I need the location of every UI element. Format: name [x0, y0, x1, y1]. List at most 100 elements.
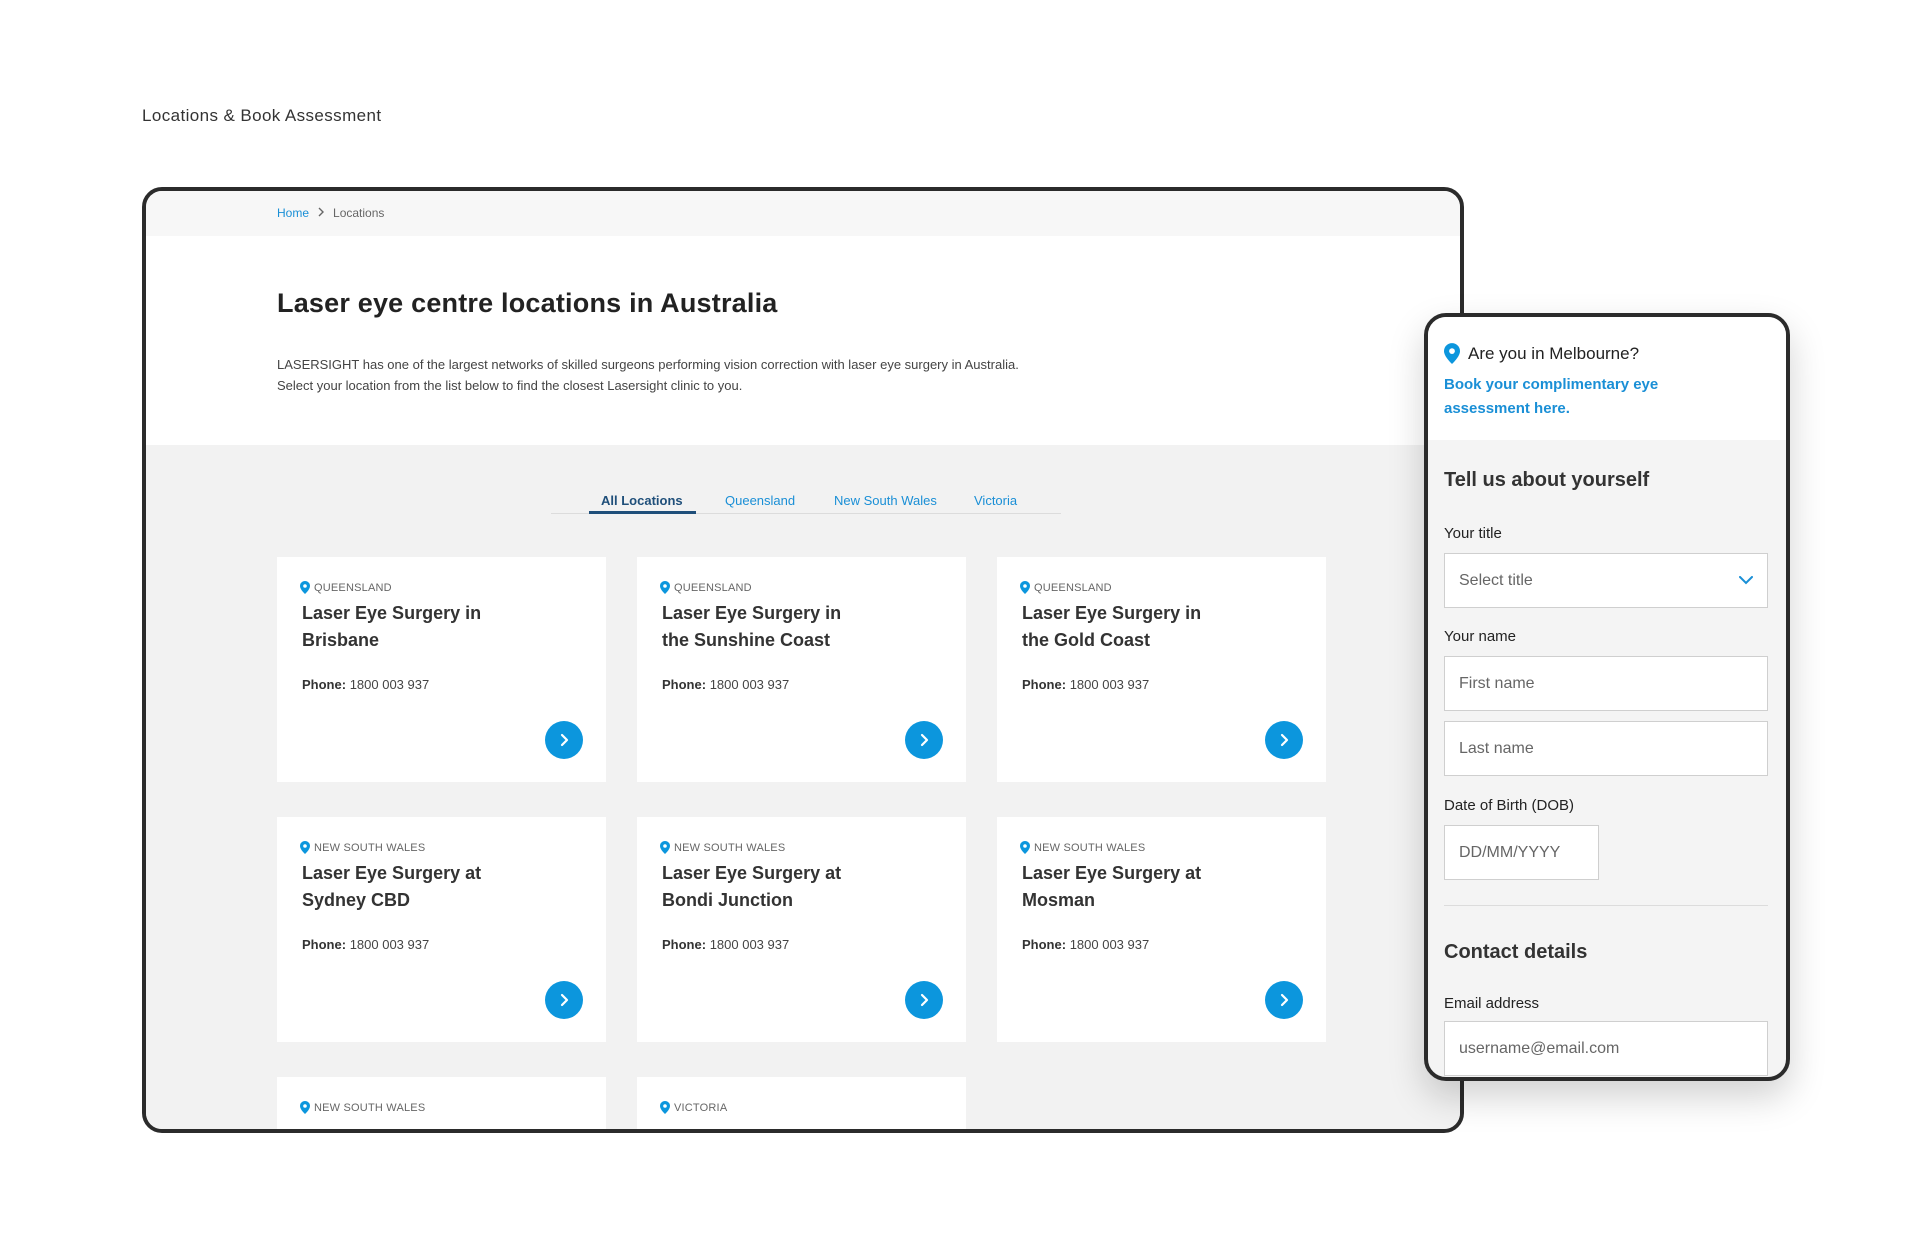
card-go-button[interactable] — [545, 721, 583, 759]
phone-label: Phone: — [662, 677, 707, 692]
card-region-label: NEW SOUTH WALES — [1034, 841, 1146, 854]
tab-victoria[interactable]: Victoria — [974, 493, 1017, 508]
last-name-input[interactable]: Last name — [1444, 721, 1768, 776]
breadcrumb-home-link[interactable]: Home — [277, 206, 309, 220]
card-region-label: VICTORIA — [674, 1101, 728, 1114]
section-divider — [1444, 905, 1768, 906]
card-region-label: NEW SOUTH WALES — [314, 841, 426, 854]
card-region-label: NEW SOUTH WALES — [314, 1101, 426, 1114]
card-go-button[interactable] — [1265, 721, 1303, 759]
chevron-right-icon — [560, 993, 569, 1007]
map-pin-icon — [1020, 841, 1030, 854]
chevron-right-icon — [1280, 993, 1289, 1007]
card-region: VICTORIA — [660, 1101, 727, 1114]
name-label: Your name — [1444, 628, 1516, 645]
breadcrumb-bar: Home Locations — [146, 191, 1460, 236]
map-pin-icon — [300, 1101, 310, 1114]
location-card[interactable]: NEW SOUTH WALES Laser Eye Surgery at Bon… — [637, 817, 966, 1042]
location-prompt: Are you in Melbourne? Book your complime… — [1428, 317, 1786, 440]
section-title-about: Tell us about yourself — [1444, 469, 1650, 491]
location-question-text: Are you in Melbourne? — [1468, 343, 1640, 363]
phone-number: 1800 003 937 — [1069, 937, 1150, 952]
card-region: NEW SOUTH WALES — [1020, 841, 1145, 854]
card-region: NEW SOUTH WALES — [300, 1101, 425, 1114]
chevron-down-icon — [1739, 576, 1753, 585]
phone-number: 1800 003 937 — [709, 937, 790, 952]
title-select-value: Select title — [1459, 571, 1533, 589]
map-pin-icon — [660, 841, 670, 854]
card-region-label: QUEENSLAND — [674, 581, 752, 594]
card-title: Laser Eye Surgery in Brisbane — [302, 603, 482, 650]
card-region: QUEENSLAND — [1020, 581, 1112, 594]
location-card[interactable]: NEW SOUTH WALES Laser Eye Surgery at Mos… — [997, 817, 1326, 1042]
card-title: Laser Eye Surgery in the Sunshine Coast — [662, 603, 842, 650]
card-region: QUEENSLAND — [660, 581, 752, 594]
first-name-input[interactable]: First name — [1444, 656, 1768, 711]
card-go-button[interactable] — [545, 981, 583, 1019]
card-phone: Phone: 1800 003 937 — [662, 677, 789, 692]
location-tabs: All Locations Queensland New South Wales… — [551, 483, 1061, 514]
book-assessment-link[interactable]: Book your complimentary eye assessment h… — [1444, 373, 1694, 421]
card-go-button[interactable] — [905, 721, 943, 759]
chevron-right-icon — [1280, 733, 1289, 747]
card-region: NEW SOUTH WALES — [300, 841, 425, 854]
card-region: QUEENSLAND — [300, 581, 392, 594]
phone-number: 1800 003 937 — [349, 937, 430, 952]
map-pin-icon — [1444, 343, 1460, 364]
card-title: Laser Eye Surgery at Mosman — [1022, 863, 1202, 910]
map-pin-icon — [660, 581, 670, 594]
tab-new-south-wales[interactable]: New South Wales — [834, 493, 937, 508]
dob-input[interactable]: DD/MM/YYYY — [1444, 825, 1599, 880]
page-intro: LASERSIGHT has one of the largest networ… — [277, 357, 1019, 393]
card-title: Laser Eye Surgery at Bondi Junction — [662, 863, 842, 910]
chevron-right-icon — [317, 205, 325, 220]
dob-label: Date of Birth (DOB) — [1444, 797, 1575, 814]
phone-number: 1800 003 937 — [1069, 677, 1150, 692]
chevron-right-icon — [560, 733, 569, 747]
breadcrumb-current: Locations — [333, 205, 385, 220]
phone-label: Phone: — [1022, 677, 1067, 692]
tab-queensland[interactable]: Queensland — [725, 493, 795, 508]
map-pin-icon — [1020, 581, 1030, 594]
card-phone: Phone: 1800 003 937 — [1022, 677, 1149, 692]
card-phone: Phone: 1800 003 937 — [302, 677, 429, 692]
location-card[interactable]: VICTORIA — [637, 1077, 966, 1129]
location-card[interactable]: QUEENSLAND Laser Eye Surgery in Brisbane… — [277, 557, 606, 782]
card-phone: Phone: 1800 003 937 — [662, 937, 789, 952]
title-select[interactable]: Select title — [1444, 553, 1768, 608]
page-header: Laser eye centre locations in Australia … — [146, 236, 1460, 445]
location-card[interactable]: NEW SOUTH WALES Laser Eye Surgery at Syd… — [277, 817, 606, 1042]
location-question: Are you in Melbourne? — [1444, 343, 1639, 364]
tab-all-locations[interactable]: All Locations — [601, 493, 683, 508]
breadcrumb: Home Locations — [277, 205, 384, 220]
phone-label: Phone: — [302, 937, 347, 952]
card-go-button[interactable] — [905, 981, 943, 1019]
mobile-frame: Are you in Melbourne? Book your complime… — [1424, 313, 1790, 1081]
chevron-right-icon — [920, 733, 929, 747]
map-pin-icon — [660, 1101, 670, 1114]
phone-number: 1800 003 937 — [709, 677, 790, 692]
card-title: Laser Eye Surgery in the Gold Coast — [1022, 603, 1202, 650]
card-title: Laser Eye Surgery at Sydney CBD — [302, 863, 482, 910]
page-title: Laser eye centre locations in Australia — [277, 288, 778, 318]
active-tab-indicator — [589, 511, 696, 514]
section-title-contact: Contact details — [1444, 941, 1588, 963]
locations-section: All Locations Queensland New South Wales… — [146, 445, 1460, 1129]
map-pin-icon — [300, 841, 310, 854]
card-go-button[interactable] — [1265, 981, 1303, 1019]
phone-label: Phone: — [302, 677, 347, 692]
desktop-frame: Home Locations Laser eye centre location… — [142, 187, 1464, 1133]
card-phone: Phone: 1800 003 937 — [1022, 937, 1149, 952]
phone-number: 1800 003 937 — [349, 677, 430, 692]
email-input[interactable]: username@email.com — [1444, 1021, 1768, 1076]
location-card[interactable]: QUEENSLAND Laser Eye Surgery in the Suns… — [637, 557, 966, 782]
email-label: Email address — [1444, 995, 1540, 1012]
card-region-label: QUEENSLAND — [314, 581, 392, 594]
card-phone: Phone: 1800 003 937 — [302, 937, 429, 952]
page-caption: Locations & Book Assessment — [142, 106, 382, 125]
location-card[interactable]: NEW SOUTH WALES — [277, 1077, 606, 1129]
map-pin-icon — [300, 581, 310, 594]
location-card[interactable]: QUEENSLAND Laser Eye Surgery in the Gold… — [997, 557, 1326, 782]
card-region-label: NEW SOUTH WALES — [674, 841, 786, 854]
phone-label: Phone: — [1022, 937, 1067, 952]
